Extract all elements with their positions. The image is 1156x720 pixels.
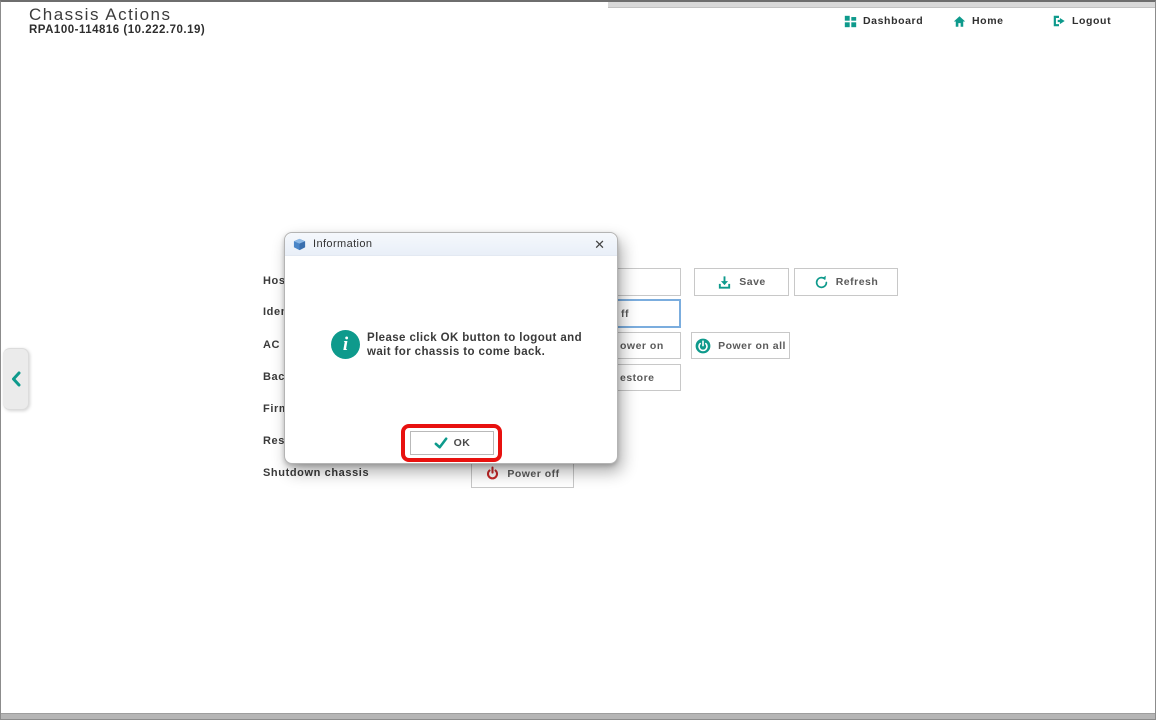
restore-label-fragment: estore [620,372,655,384]
nav-home-label: Home [972,15,1004,27]
ok-button[interactable]: OK [410,431,494,455]
nav-logout[interactable]: Logout [1052,12,1111,30]
power-on-icon [695,338,711,354]
save-icon [717,275,732,290]
refresh-button-label: Refresh [836,276,879,288]
check-icon [434,437,448,449]
home-icon [953,15,966,28]
row-label-ac: AC [263,339,280,351]
row-label-shutdown-chassis: Shutdown chassis [263,467,369,479]
refresh-icon [814,275,829,290]
information-dialog: Information ✕ i Please click OK button t… [284,232,618,464]
dialog-message-line2: wait for chassis to come back. [367,345,582,359]
window-bottom-bar [1,713,1156,719]
logout-icon [1052,14,1066,28]
row-label-hostname: Hos [263,275,286,287]
nav-dashboard-label: Dashboard [863,15,923,27]
nav-home[interactable]: Home [953,12,1004,30]
window-edge-strip [608,2,1156,8]
page-title: Chassis Actions [29,5,172,25]
refresh-button[interactable]: Refresh [794,268,898,296]
info-icon: i [331,330,360,359]
power-on-all-button[interactable]: Power on all [691,332,790,359]
power-on-label-fragment: ower on [620,340,664,352]
power-off-icon [485,466,500,481]
ok-button-label: OK [454,437,471,449]
dialog-message-line1: Please click OK button to logout and [367,331,582,345]
save-button-label: Save [739,276,766,288]
dialog-title: Information [313,238,372,250]
dialog-app-icon [293,238,306,251]
power-on-all-label: Power on all [718,340,786,352]
row-label-reset: Res [263,435,285,447]
identify-off-label-fragment: ff [621,308,629,320]
dialog-message: Please click OK button to logout and wai… [367,331,582,359]
dialog-titlebar[interactable]: Information ✕ [285,233,617,256]
power-off-label: Power off [507,468,559,480]
nav-dashboard[interactable]: Dashboard [844,12,923,30]
save-button[interactable]: Save [694,268,789,296]
dashboard-icon [844,15,857,28]
chassis-identifier: RPA100-114816 (10.222.70.19) [29,24,205,36]
sidebar-collapse-handle[interactable] [3,348,29,410]
close-icon[interactable]: ✕ [590,237,609,252]
row-label-backup: Bac [263,371,285,383]
chevron-left-icon [9,370,23,388]
app-window: Chassis Actions RPA100-114816 (10.222.70… [0,0,1156,720]
nav-logout-label: Logout [1072,15,1111,27]
